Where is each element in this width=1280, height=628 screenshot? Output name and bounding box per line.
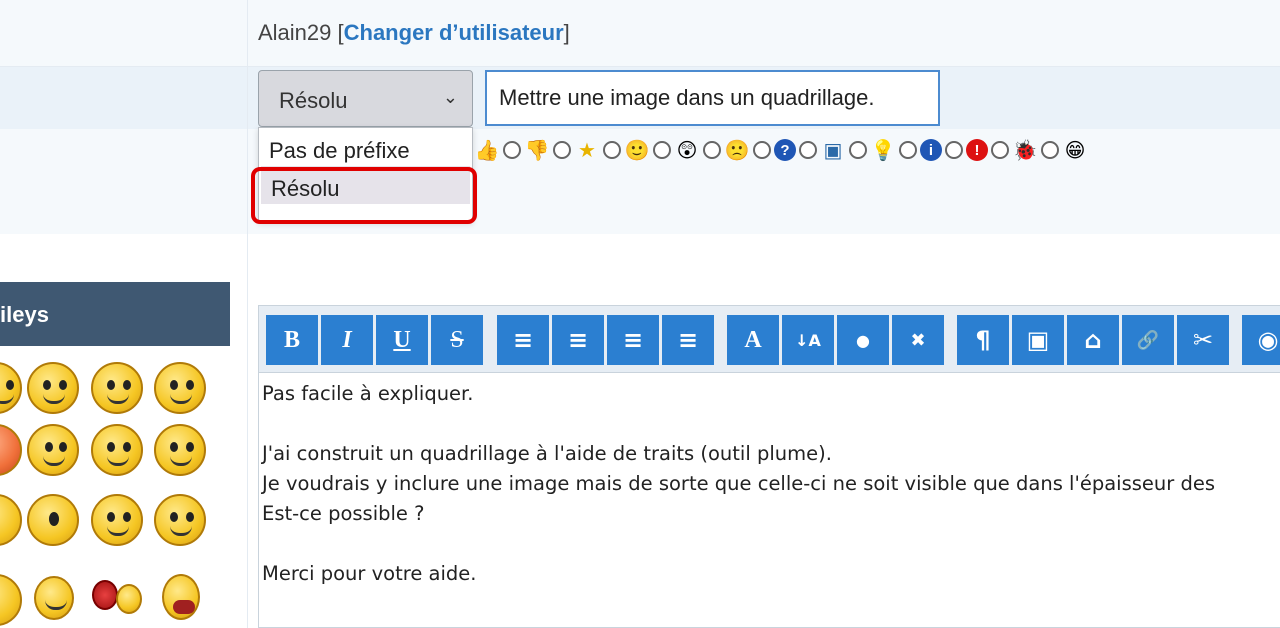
smiley[interactable] [27, 494, 79, 546]
lightbulb-icon[interactable]: 💡 [870, 137, 896, 163]
align-right-button[interactable]: ≡ [607, 315, 659, 365]
icon-radio[interactable] [703, 141, 721, 159]
icon-radio[interactable] [945, 141, 963, 159]
prefix-select[interactable]: Résolu ⌄ [258, 70, 473, 127]
smiley[interactable] [91, 362, 143, 414]
justify-button[interactable]: ≡ [662, 315, 714, 365]
icon-radio[interactable] [991, 141, 1009, 159]
paragraph-button[interactable]: ¶ [957, 315, 1009, 365]
icon-radio[interactable] [849, 141, 867, 159]
align-left-button[interactable]: ≡ [497, 315, 549, 365]
hide-button[interactable]: ⌂ [1067, 315, 1119, 365]
icon-radio[interactable] [503, 141, 521, 159]
remove-format-button[interactable]: ✖ [892, 315, 944, 365]
align-center-button[interactable]: ≡ [552, 315, 604, 365]
italic-button[interactable]: I [321, 315, 373, 365]
font-button[interactable]: A [727, 315, 779, 365]
exclamation-icon[interactable]: ! [966, 139, 988, 161]
link-button[interactable]: 🔗 [1122, 315, 1174, 365]
smiley[interactable] [162, 574, 200, 620]
prefix-option-none[interactable]: Pas de préfixe [259, 128, 472, 166]
question-icon[interactable]: ? [774, 139, 796, 161]
sad-icon[interactable]: 🙁 [724, 137, 750, 163]
prefix-selected-value: Résolu [279, 88, 348, 113]
smiley[interactable] [91, 424, 143, 476]
message-icon-picker: 👍 👎 ★ 🙂 😲 🙁 ? ▣ 💡 i ! 🐞 😁 [474, 137, 1088, 163]
smiley[interactable] [27, 362, 79, 414]
message-editor[interactable]: Pas facile à expliquer. J'ai construit u… [258, 372, 1280, 628]
smiley[interactable] [154, 424, 206, 476]
page: Alain29 [Changer d’utilisateur] Résolu ⌄… [0, 0, 1280, 628]
icon-radio[interactable] [799, 141, 817, 159]
smiley[interactable] [154, 494, 206, 546]
grin-icon[interactable]: 😁 [1062, 137, 1088, 163]
icon-radio[interactable] [1041, 141, 1059, 159]
topic-title-input[interactable] [485, 70, 940, 126]
info-icon[interactable]: i [920, 139, 942, 161]
smileys-panel-header: ileys [0, 282, 230, 346]
thumbs-up-icon[interactable]: 👍 [474, 137, 500, 163]
star-icon[interactable]: ★ [574, 137, 600, 163]
smiley[interactable] [154, 362, 206, 414]
thumbs-down-icon[interactable]: 👎 [524, 137, 550, 163]
smiley[interactable] [92, 580, 118, 610]
smiley[interactable] [116, 584, 142, 614]
icon-radio[interactable] [899, 141, 917, 159]
smiley[interactable] [34, 576, 74, 620]
user-info: Alain29 [Changer d’utilisateur] [258, 20, 570, 45]
shocked-icon[interactable]: 😲 [674, 137, 700, 163]
icon-radio[interactable] [603, 141, 621, 159]
unlink-button[interactable]: ✂ [1177, 315, 1229, 365]
color-button[interactable]: ● [837, 315, 889, 365]
smiley[interactable] [91, 494, 143, 546]
highlight-annotation [251, 167, 477, 224]
change-user-link[interactable]: Changer d’utilisateur [344, 20, 564, 45]
bold-button[interactable]: B [266, 315, 318, 365]
smile-icon[interactable]: 🙂 [624, 137, 650, 163]
icon-radio[interactable] [753, 141, 771, 159]
editor-toolbar: B I U S ≡ ≡ ≡ ≡ A ↓A ● ✖ ¶ ▣ ⌂ 🔗 ✂ ◉ [258, 305, 1280, 372]
underline-button[interactable]: U [376, 315, 428, 365]
icon-radio[interactable] [553, 141, 571, 159]
smiley[interactable] [27, 424, 79, 476]
chevron-down-icon: ⌄ [442, 87, 458, 107]
icon-radio[interactable] [653, 141, 671, 159]
font-size-button[interactable]: ↓A [782, 315, 834, 365]
camera-button[interactable]: ◉ [1242, 315, 1280, 365]
image-button[interactable]: ▣ [1012, 315, 1064, 365]
strikethrough-button[interactable]: S [431, 315, 483, 365]
bug-icon[interactable]: 🐞 [1012, 137, 1038, 163]
username: Alain29 [258, 20, 332, 45]
image-icon[interactable]: ▣ [820, 137, 846, 163]
